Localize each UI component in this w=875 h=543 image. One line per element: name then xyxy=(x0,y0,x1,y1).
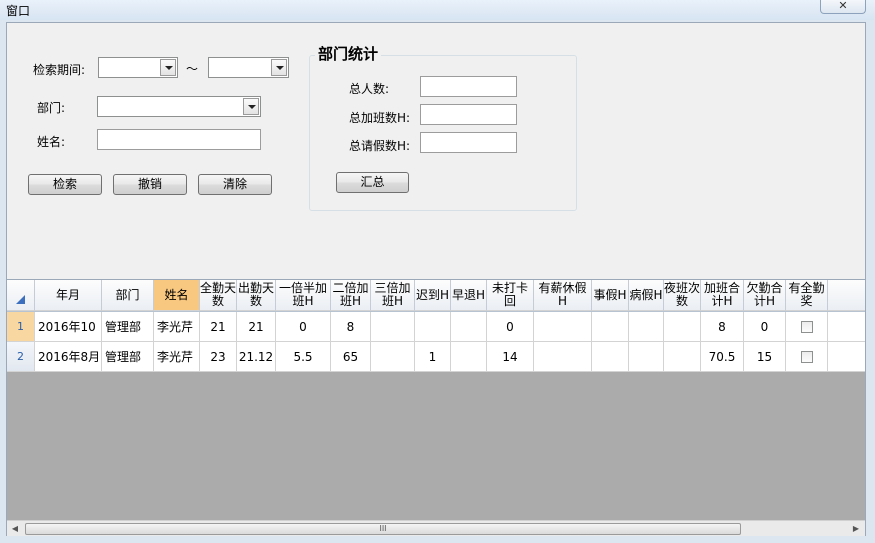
total-leave-label: 总请假数H: xyxy=(349,139,411,153)
undo-button[interactable]: 撤销 xyxy=(113,174,187,195)
col-header-full-days[interactable]: 全勤天数 xyxy=(200,280,237,311)
table-cell[interactable] xyxy=(629,312,664,342)
col-header-paid-leave[interactable]: 有薪休假H xyxy=(534,280,592,311)
attendance-grid[interactable]: 年月 部门 姓名 全勤天数 出勤天数 一倍半加班H 二倍加班H 三倍加班H 迟到… xyxy=(7,279,865,521)
attendance-bonus-checkbox[interactable] xyxy=(800,320,813,333)
col-header-night-shift[interactable]: 夜班次数 xyxy=(664,280,701,311)
total-leave-field[interactable] xyxy=(420,132,517,153)
filler-cell xyxy=(828,342,865,372)
attendance-bonus-cell[interactable] xyxy=(786,342,828,372)
table-cell[interactable] xyxy=(629,342,664,372)
table-cell[interactable]: 8 xyxy=(701,312,744,342)
table-cell[interactable]: 0 xyxy=(487,312,534,342)
col-header-absence-total[interactable]: 欠勤合计H xyxy=(744,280,786,311)
table-cell[interactable]: 0 xyxy=(744,312,786,342)
col-header-sick-leave[interactable]: 病假H xyxy=(629,280,664,311)
chevron-down-icon[interactable] xyxy=(160,59,176,76)
search-button[interactable]: 检索 xyxy=(28,174,102,195)
table-cell[interactable] xyxy=(371,342,415,372)
table-cell[interactable] xyxy=(534,342,592,372)
col-header-filler xyxy=(828,280,865,311)
clear-button[interactable]: 清除 xyxy=(198,174,272,195)
select-all-icon[interactable] xyxy=(7,280,35,311)
table-cell[interactable]: 70.5 xyxy=(701,342,744,372)
total-people-label: 总人数: xyxy=(349,82,390,96)
table-cell[interactable] xyxy=(592,312,629,342)
col-header-ot-total[interactable]: 加班合计H xyxy=(701,280,744,311)
filler-cell xyxy=(828,312,865,342)
col-header-dept[interactable]: 部门 xyxy=(102,280,154,311)
chevron-down-icon[interactable] xyxy=(271,59,287,76)
col-header-early[interactable]: 早退H xyxy=(451,280,487,311)
table-cell[interactable] xyxy=(451,312,487,342)
dept-combo[interactable] xyxy=(97,96,261,117)
chevron-down-icon[interactable] xyxy=(243,98,259,115)
table-cell[interactable]: 65 xyxy=(331,342,371,372)
grid-header: 年月 部门 姓名 全勤天数 出勤天数 一倍半加班H 二倍加班H 三倍加班H 迟到… xyxy=(7,280,865,312)
window-client: 检索期间: ～ 部门: 姓名: 检索 撤销 清除 部门统计 总人数: 总加班数H… xyxy=(6,22,866,536)
scrollbar-thumb[interactable]: III xyxy=(25,523,741,535)
table-cell[interactable]: 0 xyxy=(276,312,331,342)
col-header-attendance-bonus[interactable]: 有全勤奖 xyxy=(786,280,828,311)
name-label: 姓名: xyxy=(37,135,66,149)
table-cell[interactable]: 1 xyxy=(415,342,451,372)
col-header-late[interactable]: 迟到H xyxy=(415,280,451,311)
col-header-ot-1-5[interactable]: 一倍半加班H xyxy=(276,280,331,311)
col-header-ot-2[interactable]: 二倍加班H xyxy=(331,280,371,311)
attendance-bonus-checkbox[interactable] xyxy=(800,350,813,363)
end-date-combo[interactable] xyxy=(208,57,289,78)
table-cell[interactable]: 21.12 xyxy=(237,342,276,372)
table-cell[interactable]: 5.5 xyxy=(276,342,331,372)
dept-stats-title: 部门统计 xyxy=(315,43,382,64)
table-cell[interactable]: 21 xyxy=(200,312,237,342)
col-header-ot-3[interactable]: 三倍加班H xyxy=(371,280,415,311)
dept-label: 部门: xyxy=(37,101,66,115)
table-cell[interactable]: 2016年10 xyxy=(35,312,102,342)
col-header-attend-days[interactable]: 出勤天数 xyxy=(237,280,276,311)
row-header[interactable]: 1 xyxy=(7,312,35,342)
table-cell[interactable] xyxy=(664,342,701,372)
scroll-right-icon[interactable]: ▶ xyxy=(850,523,862,535)
grip-icon: III xyxy=(379,524,387,533)
close-button[interactable]: ✕ xyxy=(820,0,866,14)
table-cell[interactable] xyxy=(371,312,415,342)
summary-button[interactable]: 汇总 xyxy=(336,172,409,193)
start-date-combo[interactable] xyxy=(98,57,178,78)
table-cell[interactable]: 管理部 xyxy=(102,312,154,342)
table-cell[interactable]: 李光芹 xyxy=(154,312,200,342)
row-header[interactable]: 2 xyxy=(7,342,35,372)
close-icon: ✕ xyxy=(838,0,848,12)
table-cell[interactable] xyxy=(592,342,629,372)
name-input[interactable] xyxy=(97,129,261,150)
total-overtime-field[interactable] xyxy=(420,104,517,125)
title-bar: 窗口 ✕ xyxy=(0,0,875,20)
range-tilde: ～ xyxy=(186,62,199,76)
col-header-personal-leave[interactable]: 事假H xyxy=(592,280,629,311)
table-cell[interactable] xyxy=(415,312,451,342)
total-people-field[interactable] xyxy=(420,76,517,97)
table-cell[interactable]: 15 xyxy=(744,342,786,372)
col-header-no-punch[interactable]: 未打卡回 xyxy=(487,280,534,311)
table-row[interactable]: 1 2016年10 管理部 李光芹 21 21 0 8 0 8 0 xyxy=(7,312,865,342)
table-cell[interactable] xyxy=(451,342,487,372)
table-cell[interactable]: 8 xyxy=(331,312,371,342)
table-cell[interactable]: 23 xyxy=(200,342,237,372)
table-row[interactable]: 2 2016年8月 管理部 李光芹 23 21.12 5.5 65 1 14 7… xyxy=(7,342,865,372)
col-header-yearmonth[interactable]: 年月 xyxy=(35,280,102,311)
attendance-bonus-cell[interactable] xyxy=(786,312,828,342)
scroll-left-icon[interactable]: ◀ xyxy=(9,523,21,535)
table-cell[interactable] xyxy=(664,312,701,342)
total-overtime-label: 总加班数H: xyxy=(349,111,411,125)
table-cell[interactable]: 2016年8月 xyxy=(35,342,102,372)
table-cell[interactable]: 李光芹 xyxy=(154,342,200,372)
col-header-name[interactable]: 姓名 xyxy=(154,280,200,311)
table-cell[interactable] xyxy=(534,312,592,342)
horizontal-scrollbar[interactable]: ◀ III ▶ xyxy=(7,520,865,536)
table-cell[interactable]: 14 xyxy=(487,342,534,372)
table-cell[interactable]: 管理部 xyxy=(102,342,154,372)
period-label: 检索期间: xyxy=(33,63,86,77)
window-title: 窗口 xyxy=(6,4,31,18)
table-cell[interactable]: 21 xyxy=(237,312,276,342)
